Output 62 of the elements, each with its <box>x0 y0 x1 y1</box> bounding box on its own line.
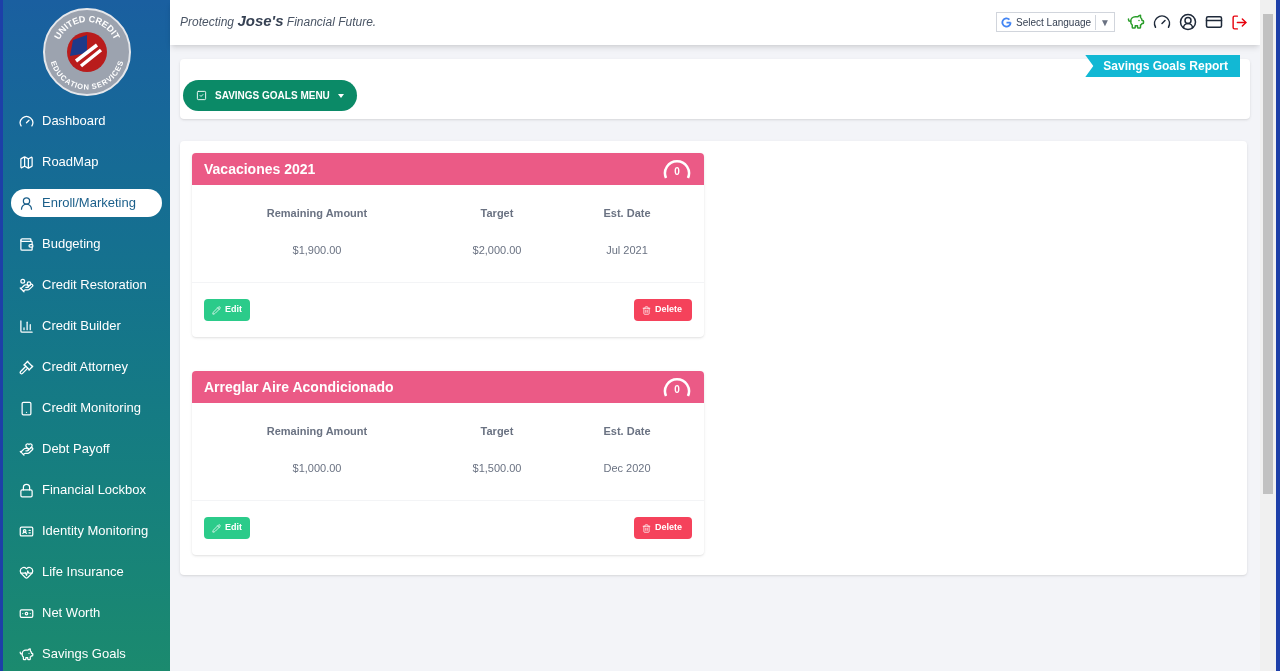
delete-button[interactable]: Delete <box>634 517 692 539</box>
piggy-bank-icon <box>19 646 34 662</box>
gavel-icon <box>19 359 34 375</box>
speedometer-icon[interactable] <box>1153 13 1171 31</box>
goal-title: Vacaciones 2021 <box>204 159 316 179</box>
column-heading: Est. Date <box>602 424 652 439</box>
map-icon <box>19 154 34 170</box>
caret-icon <box>337 93 344 98</box>
trash-icon <box>642 523 651 533</box>
language-select[interactable]: Select Language ▼ <box>996 12 1115 32</box>
speedometer-icon <box>19 113 34 129</box>
savings-goals-menu-button[interactable]: SAVINGS GOALS MENU <box>183 80 357 111</box>
column-heading: Target <box>479 424 515 439</box>
sidebar-item[interactable]: Credit Restoration <box>11 271 162 299</box>
table-cell-text: $1,000.00 <box>291 460 343 476</box>
lock-icon <box>19 482 34 498</box>
logout-icon[interactable] <box>1231 13 1248 31</box>
table-cell-text: Jul 2021 <box>605 242 649 258</box>
piggy-bank-icon[interactable] <box>1127 13 1145 31</box>
table-cell-text: $1,900.00 <box>291 242 343 258</box>
sidebar-item[interactable]: Credit Builder <box>11 312 162 340</box>
hand-heart-icon <box>19 441 34 457</box>
user-icon[interactable] <box>1179 13 1197 31</box>
person-icon <box>19 195 34 211</box>
trash-icon <box>642 305 651 315</box>
pencil-icon <box>212 523 221 533</box>
tagline: Protecting Jose's Financial Future. <box>180 11 377 31</box>
pencil-icon <box>212 305 221 315</box>
sidebar-item[interactable]: Debt Payoff <box>11 435 162 463</box>
credit-card-icon[interactable] <box>1205 13 1223 31</box>
bar-chart-icon <box>19 318 34 334</box>
table-cell-text: Dec 2020 <box>602 460 652 476</box>
sidebar-item[interactable]: Net Worth <box>11 599 162 627</box>
sidebar-item[interactable]: Financial Lockbox <box>11 476 162 504</box>
column-heading: Est. Date <box>602 206 652 221</box>
column-heading: Remaining Amount <box>265 206 369 221</box>
column-heading: Remaining Amount <box>265 424 369 439</box>
sidebar-item[interactable]: Savings Goals <box>11 640 162 668</box>
progress-gauge: 0 <box>662 374 692 400</box>
goal-title: Arreglar Aire Acondicionado <box>204 377 394 397</box>
table-cell-text: $1,500.00 <box>471 460 523 476</box>
delete-button[interactable]: Delete <box>634 299 692 321</box>
sidebar-item[interactable]: Credit Attorney <box>11 353 162 381</box>
sidebar-item[interactable]: Life Insurance <box>11 558 162 586</box>
language-label: Select Language <box>1016 15 1092 30</box>
id-card-icon <box>19 523 34 539</box>
wallet-icon <box>19 236 34 252</box>
sidebar-item[interactable]: Identity Monitoring <box>11 517 162 545</box>
google-icon <box>1001 16 1012 28</box>
checkbox-icon <box>196 90 207 101</box>
heart-pulse-icon <box>19 564 34 580</box>
sidebar-item[interactable]: RoadMap <box>11 148 162 176</box>
sidebar-item[interactable]: Credit Monitoring <box>11 394 162 422</box>
progress-gauge: 0 <box>662 156 692 182</box>
sidebar-item[interactable]: Budgeting <box>11 230 162 258</box>
sidebar-item[interactable]: Enroll/Marketing <box>11 189 162 217</box>
phone-icon <box>19 400 34 416</box>
table-cell-text: $2,000.00 <box>471 242 523 258</box>
column-heading: Target <box>479 206 515 221</box>
sidebar-item[interactable]: Dashboard <box>11 107 162 135</box>
hand-coin-icon <box>19 277 34 293</box>
report-ribbon[interactable]: Savings Goals Report <box>1085 55 1240 77</box>
